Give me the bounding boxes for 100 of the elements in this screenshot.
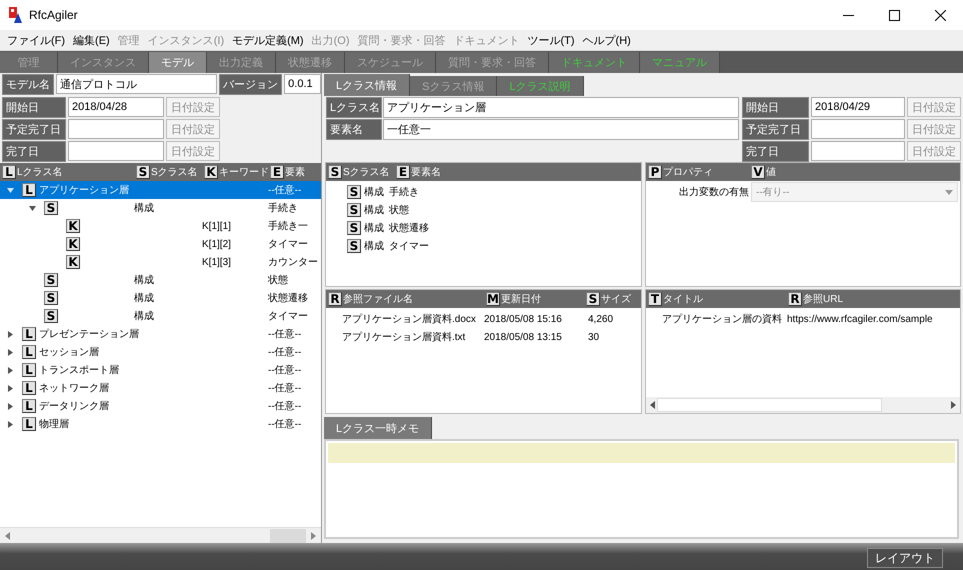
grid-cell-text: タイマー xyxy=(389,240,429,253)
close-icon[interactable] xyxy=(934,10,946,20)
scrollbar-thumb[interactable] xyxy=(657,398,882,412)
type-marker: K xyxy=(66,255,80,269)
scroll-left-icon[interactable] xyxy=(650,401,655,409)
date-field[interactable] xyxy=(68,141,164,161)
column-header[interactable]: Sクラス名 xyxy=(343,165,390,179)
field-label: 開始日 xyxy=(742,97,809,118)
column-header[interactable]: 参照URL xyxy=(803,292,844,306)
column-header[interactable]: タイトル xyxy=(663,292,703,306)
field-label: モデル名 xyxy=(2,74,54,95)
type-marker: K xyxy=(66,237,80,251)
column-header[interactable]: 値 xyxy=(766,165,776,179)
type-marker: E xyxy=(270,165,284,179)
text-field[interactable]: 一任意一 xyxy=(383,119,739,140)
type-marker: L xyxy=(22,345,36,359)
menu-item[interactable]: ツール(T) xyxy=(524,32,579,48)
column-header[interactable]: プロパティ xyxy=(663,165,713,179)
menu-item[interactable]: モデル定義(M) xyxy=(228,32,308,48)
grid-cell-text: 構成 xyxy=(364,204,384,217)
tree-cell: 構成 xyxy=(134,293,154,304)
tree-cell: 状態 xyxy=(268,275,288,286)
tree-cell: 手続き一 xyxy=(268,221,308,232)
grid-cell: https://www.rfcagiler.com/sample xyxy=(787,314,933,324)
tree-cell: K[1][2] xyxy=(202,238,231,250)
grid-cell: アプリケーション層資料.txt xyxy=(342,332,466,343)
tree-item-label: 物理層 xyxy=(39,418,69,431)
grid-cell-text: 状態遷移 xyxy=(389,222,429,235)
tree-cell: タイマー xyxy=(268,239,308,250)
menu-item[interactable]: 編集(E) xyxy=(69,32,114,48)
type-marker: L xyxy=(22,183,36,197)
type-marker: S xyxy=(44,309,58,323)
grid-cell-text: 状態 xyxy=(389,204,409,217)
tree-cell: 構成 xyxy=(134,203,154,214)
type-marker: S xyxy=(347,239,361,253)
column-header[interactable]: 要素 xyxy=(285,165,305,179)
date-field[interactable] xyxy=(68,119,164,139)
tree-row[interactable]: K K[1][3] カウンター xyxy=(0,253,321,271)
grid-cell: 2018/05/08 13:15 xyxy=(484,332,562,342)
collapse-arrow-icon[interactable] xyxy=(28,204,36,212)
tree-cell: --任意-- xyxy=(268,383,302,394)
tree-row[interactable]: S 構成 状態 xyxy=(0,271,321,289)
type-marker: L xyxy=(22,327,36,341)
horizontal-scrollbar[interactable] xyxy=(646,397,960,413)
tree-cell: 状態遷移 xyxy=(268,293,308,304)
scrollbar-thumb[interactable] xyxy=(270,529,306,543)
scroll-right-icon[interactable] xyxy=(311,532,316,540)
tree-row[interactable]: L トランスポート層 --任意-- xyxy=(0,361,321,379)
tree-row[interactable]: L アプリケーション層 --任意-- xyxy=(0,181,321,199)
horizontal-scrollbar[interactable] xyxy=(0,527,321,543)
tree-row[interactable]: S 構成 状態遷移 xyxy=(0,289,321,307)
layout-button[interactable]: レイアウト xyxy=(867,548,943,568)
tab[interactable]: Lクラス一時メモ xyxy=(324,417,432,439)
property-name: 出力変数の有無 xyxy=(678,186,750,199)
expand-arrow-icon[interactable] xyxy=(6,402,14,410)
tree-cell: --任意-- xyxy=(268,347,302,358)
grid-cell: 30 xyxy=(588,332,600,342)
tree-row[interactable]: K K[1][2] タイマー xyxy=(0,235,321,253)
tree-row[interactable]: S 構成 タイマー xyxy=(0,307,321,325)
tree-row[interactable]: L セッション層 --任意-- xyxy=(0,343,321,361)
column-header[interactable]: 要素名 xyxy=(411,165,441,179)
expand-arrow-icon[interactable] xyxy=(6,348,14,356)
column-header[interactable]: 参照ファイル名 xyxy=(343,292,413,306)
grid-cell: アプリケーション層の資料 xyxy=(662,314,782,325)
scroll-right-icon[interactable] xyxy=(951,401,956,409)
type-marker: S xyxy=(347,221,361,235)
tree-row[interactable]: S 構成 手続き xyxy=(0,199,321,217)
column-header[interactable]: サイズ xyxy=(601,292,631,306)
tree-row[interactable]: L 物理層 --任意-- xyxy=(0,415,321,433)
model-name-field[interactable]: 通信プロトコル xyxy=(56,74,218,94)
date-field[interactable] xyxy=(811,141,905,161)
version-field[interactable]: 0.0.1 xyxy=(284,74,321,94)
tab[interactable]: Lクラス情報 xyxy=(324,74,410,96)
tree-item-label: ネットワーク層 xyxy=(39,382,109,395)
collapse-arrow-icon[interactable] xyxy=(6,186,14,194)
tree-cell: K[1][1] xyxy=(202,220,231,232)
maximize-icon[interactable] xyxy=(888,10,900,20)
menu-item[interactable]: ファイル(F) xyxy=(3,32,70,48)
type-marker: L xyxy=(22,417,36,431)
expand-arrow-icon[interactable] xyxy=(6,420,14,428)
tree-row[interactable]: L プレゼンテーション層 --任意-- xyxy=(0,325,321,343)
expand-arrow-icon[interactable] xyxy=(6,366,14,374)
expand-arrow-icon[interactable] xyxy=(6,330,14,338)
tree-cell: カウンター xyxy=(268,257,318,268)
text-field[interactable]: アプリケーション層 xyxy=(383,97,739,118)
expand-arrow-icon[interactable] xyxy=(6,384,14,392)
scroll-left-icon[interactable] xyxy=(5,532,10,540)
tree-row[interactable]: L データリンク層 --任意-- xyxy=(0,397,321,415)
column-header[interactable]: Sクラス名 xyxy=(151,165,198,179)
tree-row[interactable]: K K[1][1] 手続き一 xyxy=(0,217,321,235)
column-header[interactable]: キーワード xyxy=(219,165,269,179)
type-marker: S xyxy=(586,292,600,306)
date-field[interactable] xyxy=(811,119,905,139)
column-header[interactable]: Lクラス名 xyxy=(17,165,63,179)
tree-row[interactable]: L ネットワーク層 --任意-- xyxy=(0,379,321,397)
column-header[interactable]: 更新日付 xyxy=(501,292,541,306)
menu-item[interactable]: ヘルプ(H) xyxy=(578,32,635,48)
tab[interactable]: モデル xyxy=(149,52,207,73)
type-marker: R xyxy=(788,292,802,306)
field-label: 完了日 xyxy=(2,141,66,162)
